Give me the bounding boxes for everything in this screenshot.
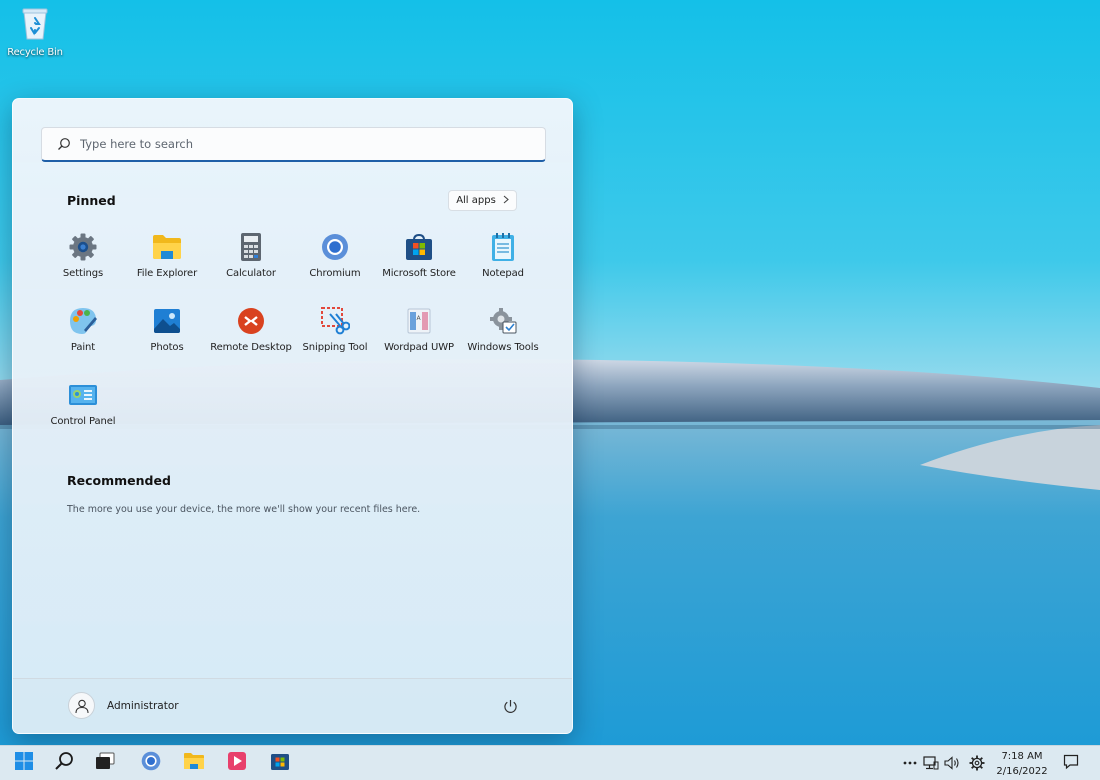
pinned-app-settings[interactable]: Settings bbox=[41, 230, 125, 292]
taskbar-microsoft-store[interactable] bbox=[268, 751, 292, 775]
media-player-icon bbox=[227, 751, 247, 775]
gear-icon[interactable] bbox=[969, 755, 985, 771]
chevron-right-icon bbox=[503, 195, 509, 207]
windows-logo-icon bbox=[14, 751, 34, 775]
user-avatar-icon bbox=[68, 692, 95, 719]
user-account-button[interactable]: Administrator bbox=[68, 692, 179, 719]
app-label: Paint bbox=[70, 342, 96, 353]
recycle-bin-icon bbox=[20, 6, 50, 43]
start-menu: Pinned All apps bbox=[12, 98, 573, 734]
search-icon bbox=[56, 136, 72, 152]
paint-palette-icon bbox=[68, 306, 98, 336]
desktop-icon-recycle-bin[interactable]: Recycle Bin bbox=[4, 6, 66, 68]
pinned-app-remote-desktop[interactable]: Remote Desktop bbox=[209, 304, 293, 366]
pinned-title: Pinned bbox=[67, 193, 116, 208]
store-icon bbox=[404, 232, 434, 262]
pinned-app-photos[interactable]: Photos bbox=[125, 304, 209, 366]
taskbar-clock[interactable]: 7:18 AM 2/16/2022 bbox=[988, 749, 1056, 779]
taskbar-file-explorer[interactable] bbox=[182, 751, 206, 775]
remote-desktop-icon bbox=[236, 306, 266, 336]
scissors-icon bbox=[320, 306, 350, 336]
app-label: Microsoft Store bbox=[382, 268, 456, 279]
chromium-icon bbox=[320, 232, 350, 262]
wordpad-icon: A bbox=[404, 306, 434, 336]
pinned-app-microsoft-store[interactable]: Microsoft Store bbox=[377, 230, 461, 292]
desktop-icon-label: Recycle Bin bbox=[7, 47, 63, 58]
pinned-app-windows-tools[interactable]: Windows Tools bbox=[461, 304, 545, 366]
overflow-dots-icon[interactable] bbox=[902, 755, 918, 771]
power-icon[interactable] bbox=[501, 697, 519, 715]
network-icon[interactable] bbox=[923, 755, 939, 771]
calculator-icon bbox=[236, 232, 266, 262]
app-label: Notepad bbox=[482, 268, 524, 279]
search-input[interactable] bbox=[80, 137, 500, 151]
task-view-button[interactable] bbox=[93, 751, 117, 775]
pinned-app-control-panel[interactable]: Control Panel bbox=[41, 378, 125, 440]
start-menu-footer: Administrator bbox=[13, 678, 572, 733]
control-panel-icon bbox=[68, 380, 98, 410]
recommended-empty-text: The more you use your device, the more w… bbox=[67, 504, 421, 515]
task-view-icon bbox=[95, 752, 115, 774]
start-button[interactable] bbox=[12, 751, 36, 775]
app-label: Control Panel bbox=[50, 416, 116, 427]
app-label: Photos bbox=[150, 342, 184, 353]
app-label: Snipping Tool bbox=[302, 342, 368, 353]
app-label: File Explorer bbox=[136, 268, 198, 279]
volume-icon[interactable] bbox=[944, 755, 960, 771]
all-apps-button[interactable]: All apps bbox=[448, 190, 517, 211]
gear-icon bbox=[68, 232, 98, 262]
taskbar-media-player[interactable] bbox=[225, 751, 249, 775]
clock-time: 7:18 AM bbox=[1001, 751, 1043, 762]
app-label: Wordpad UWP bbox=[384, 342, 454, 353]
taskbar: 7:18 AM 2/16/2022 bbox=[0, 745, 1100, 780]
pinned-app-file-explorer[interactable]: File Explorer bbox=[125, 230, 209, 292]
app-label: Windows Tools bbox=[467, 342, 539, 353]
recommended-title: Recommended bbox=[67, 473, 171, 488]
app-label: Calculator bbox=[226, 268, 276, 279]
search-box[interactable] bbox=[41, 127, 546, 162]
pinned-app-paint[interactable]: Paint bbox=[41, 304, 125, 366]
notepad-icon bbox=[488, 232, 518, 262]
photos-icon bbox=[152, 306, 182, 336]
folder-icon bbox=[152, 232, 182, 262]
user-name: Administrator bbox=[107, 699, 179, 712]
clock-date: 2/16/2022 bbox=[996, 766, 1048, 777]
taskbar-chromium[interactable] bbox=[139, 751, 163, 775]
search-icon bbox=[54, 751, 74, 775]
app-label: Settings bbox=[62, 268, 104, 279]
chromium-icon bbox=[141, 751, 161, 775]
pinned-app-snipping-tool[interactable]: Snipping Tool bbox=[293, 304, 377, 366]
pinned-app-notepad[interactable]: Notepad bbox=[461, 230, 545, 292]
store-icon bbox=[270, 751, 290, 775]
pinned-app-calculator[interactable]: Calculator bbox=[209, 230, 293, 292]
pinned-app-chromium[interactable]: Chromium bbox=[293, 230, 377, 292]
tools-icon bbox=[488, 306, 518, 336]
taskbar-search-button[interactable] bbox=[52, 751, 76, 775]
pinned-app-wordpad-uwp[interactable]: A Wordpad UWP bbox=[377, 304, 461, 366]
all-apps-label: All apps bbox=[456, 195, 496, 206]
notification-icon[interactable] bbox=[1063, 754, 1079, 770]
folder-icon bbox=[183, 752, 205, 774]
app-label: Remote Desktop bbox=[210, 342, 292, 353]
app-label: Chromium bbox=[309, 268, 361, 279]
